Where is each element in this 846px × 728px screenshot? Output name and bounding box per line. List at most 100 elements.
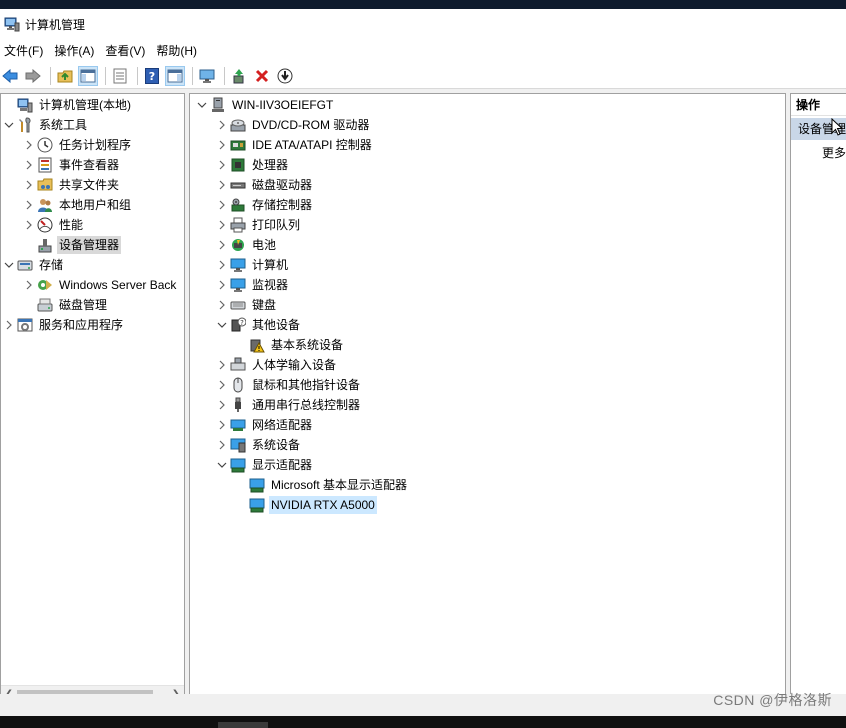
- device-tree-item-row[interactable]: IDE ATA/ATAPI 控制器: [214, 135, 374, 155]
- menu-view[interactable]: 查看(V): [104, 41, 155, 61]
- window-title: 计算机管理: [25, 17, 86, 32]
- nav-tree-item-row[interactable]: 设备管理器: [21, 235, 122, 255]
- menu-file[interactable]: 文件(F): [4, 41, 53, 61]
- svg-text:?: ?: [240, 319, 244, 327]
- expand-arrow-icon[interactable]: [214, 355, 230, 375]
- collapse-arrow-icon[interactable]: [214, 455, 230, 475]
- device-tree-item-row[interactable]: 通用串行总线控制器: [214, 395, 362, 415]
- monitor-icon: [230, 277, 246, 293]
- device-tree-item-row[interactable]: 磁盘驱动器: [214, 175, 314, 195]
- device-tree-item-row[interactable]: 计算机: [214, 255, 290, 275]
- collapse-arrow-icon[interactable]: [214, 315, 230, 335]
- device-tree-item-row[interactable]: 鼠标和其他指针设备: [214, 375, 362, 395]
- nav-tree-item-label: 设备管理器: [57, 236, 122, 254]
- collapse-arrow-icon[interactable]: [1, 115, 17, 135]
- device-tree-item-row[interactable]: 显示适配器: [214, 455, 314, 475]
- nav-tree-item-row[interactable]: 事件查看器: [21, 155, 121, 175]
- back-icon[interactable]: [0, 66, 20, 86]
- usb-icon: [230, 397, 246, 413]
- device-tree-item-row[interactable]: 基本系统设备: [233, 335, 345, 355]
- device-tree-item-row[interactable]: Microsoft 基本显示适配器: [233, 475, 409, 495]
- expand-arrow-icon[interactable]: [21, 215, 37, 235]
- actions-more-link[interactable]: 更多: [822, 144, 846, 161]
- expand-arrow-icon[interactable]: [214, 215, 230, 235]
- device-tree-item-row[interactable]: 键盘: [214, 295, 278, 315]
- device-tree-item-row[interactable]: 电池: [214, 235, 278, 255]
- navigation-tree-pane[interactable]: 计算机管理(本地) 系统工具 任务计划程序 事件查看器 共享文件夹 本地用户和组 性能 设备管…: [0, 93, 185, 703]
- nav-tree-item-row[interactable]: Windows Server Back: [21, 275, 178, 295]
- display-adapter-icon: [230, 457, 246, 473]
- expand-arrow-icon[interactable]: [214, 115, 230, 135]
- expand-arrow-icon[interactable]: [21, 135, 37, 155]
- nav-tree-item-row[interactable]: 计算机管理(本地): [1, 95, 133, 115]
- update-driver-icon[interactable]: [229, 66, 249, 86]
- properties-icon[interactable]: [110, 66, 130, 86]
- device-tree-item-row[interactable]: NVIDIA RTX A5000: [233, 495, 377, 515]
- device-tree-item-row[interactable]: 监视器: [214, 275, 290, 295]
- network-adapter-icon: [230, 417, 246, 433]
- device-tree-item-row[interactable]: 存储控制器: [214, 195, 314, 215]
- nav-tree-item-row[interactable]: 系统工具: [1, 115, 89, 135]
- expand-arrow-icon[interactable]: [214, 155, 230, 175]
- device-tree-item-label: 网络适配器: [252, 418, 313, 432]
- device-tree-item-row[interactable]: 人体学输入设备: [214, 355, 338, 375]
- device-tree-item-row[interactable]: DVD/CD-ROM 驱动器: [214, 115, 371, 135]
- expand-arrow-icon[interactable]: [214, 175, 230, 195]
- device-tree-item-label: 磁盘驱动器: [252, 178, 313, 192]
- expand-arrow-icon[interactable]: [214, 415, 230, 435]
- collapse-arrow-icon[interactable]: [194, 95, 210, 115]
- expand-arrow-icon[interactable]: [1, 315, 17, 335]
- expand-arrow-icon[interactable]: [21, 275, 37, 295]
- menu-help[interactable]: 帮助(H): [155, 41, 207, 61]
- nav-tree-item-row[interactable]: 磁盘管理: [21, 295, 109, 315]
- device-tree-pane[interactable]: WIN-IIV3OEIEFGT DVD/CD-ROM 驱动器 IDE ATA/ATA…: [189, 93, 786, 703]
- actions-header: 操作: [791, 94, 846, 116]
- nav-tree-item-row[interactable]: 本地用户和组: [21, 195, 133, 215]
- processor-icon: [230, 157, 246, 173]
- expand-arrow-icon[interactable]: [214, 255, 230, 275]
- backup-icon: [37, 277, 53, 293]
- expand-arrow-icon[interactable]: [214, 395, 230, 415]
- device-tree-item-row[interactable]: 处理器: [214, 155, 290, 175]
- uninstall-icon[interactable]: [252, 66, 272, 86]
- expand-arrow-icon[interactable]: [21, 155, 37, 175]
- action-pane-icon[interactable]: [165, 65, 185, 86]
- menu-action[interactable]: 操作(A): [53, 41, 104, 61]
- expand-arrow-icon[interactable]: [214, 135, 230, 155]
- toolbar-separator: [192, 66, 193, 85]
- keyboard-icon: [230, 297, 246, 313]
- expand-arrow-icon[interactable]: [214, 435, 230, 455]
- taskbar-item[interactable]: [218, 722, 268, 728]
- download-icon[interactable]: [275, 66, 295, 86]
- device-tree-item-label: 其他设备: [252, 318, 301, 332]
- monitor-icon[interactable]: [197, 66, 217, 86]
- storage-icon: [17, 257, 33, 273]
- expand-arrow-icon[interactable]: [214, 295, 230, 315]
- nav-tree-item-row[interactable]: 存储: [1, 255, 65, 275]
- nav-tree-item-row[interactable]: 服务和应用程序: [1, 315, 125, 335]
- device-tree-item-row[interactable]: 网络适配器: [214, 415, 314, 435]
- computer-icon: [230, 257, 246, 273]
- collapse-arrow-icon[interactable]: [1, 255, 17, 275]
- nav-tree-item-row[interactable]: 共享文件夹: [21, 175, 121, 195]
- device-tree-item-row[interactable]: 打印队列: [214, 215, 302, 235]
- nav-tree-item-row[interactable]: 任务计划程序: [21, 135, 133, 155]
- show-hide-tree-icon[interactable]: [78, 65, 98, 86]
- device-tree-item-label: 计算机: [252, 258, 289, 272]
- nav-tree-item-row[interactable]: 性能: [21, 215, 85, 235]
- forward-icon[interactable]: [23, 66, 43, 86]
- device-manager-icon: [37, 237, 53, 253]
- up-folder-icon[interactable]: [55, 66, 75, 86]
- computer-management-icon: [17, 97, 33, 113]
- expand-arrow-icon[interactable]: [21, 195, 37, 215]
- expand-arrow-icon[interactable]: [214, 375, 230, 395]
- expand-arrow-icon[interactable]: [214, 195, 230, 215]
- expand-arrow-icon[interactable]: [21, 175, 37, 195]
- help-icon[interactable]: ?: [142, 66, 162, 86]
- device-tree-item-row[interactable]: 系统设备: [214, 435, 302, 455]
- expand-arrow-icon[interactable]: [214, 275, 230, 295]
- expand-arrow-icon[interactable]: [214, 235, 230, 255]
- device-tree-item-row[interactable]: WIN-IIV3OEIEFGT: [194, 95, 335, 115]
- device-tree-item-row[interactable]: ? 其他设备: [214, 315, 302, 335]
- title-bar[interactable]: 计算机管理: [0, 9, 846, 39]
